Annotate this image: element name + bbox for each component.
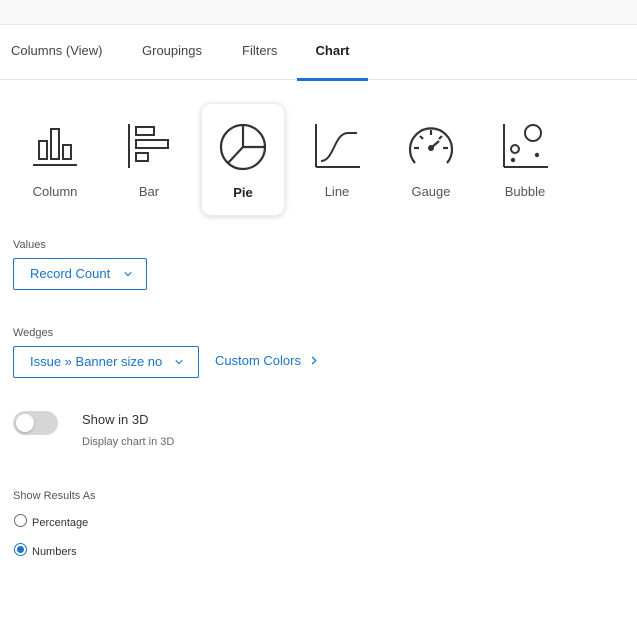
- tab-groupings[interactable]: Groupings: [142, 25, 202, 80]
- numbers-label[interactable]: Numbers: [32, 546, 77, 558]
- custom-colors-label: Custom Colors: [215, 353, 301, 368]
- tab-chart[interactable]: Chart: [297, 25, 368, 81]
- bar-chart-icon: [128, 124, 169, 168]
- show-3d-toggle[interactable]: [13, 411, 58, 435]
- chart-type-line-label: Line: [324, 184, 350, 199]
- line-chart-icon: [315, 124, 360, 168]
- show-3d-title: Show in 3D: [82, 412, 149, 427]
- gauge-chart-icon: [408, 127, 454, 164]
- top-bar: [0, 0, 637, 25]
- values-label: Values: [13, 239, 46, 251]
- wedges-label: Wedges: [13, 327, 54, 339]
- wedges-dropdown[interactable]: Issue » Banner size no: [13, 346, 199, 378]
- chevron-right-icon: [311, 356, 317, 365]
- show-3d-description: Display chart in 3D: [82, 436, 175, 448]
- chart-type-gauge-label: Gauge: [411, 184, 451, 199]
- chart-type-line[interactable]: Line: [295, 103, 379, 216]
- column-chart-icon: [33, 128, 77, 166]
- chart-type-bubble-label: Bubble: [504, 184, 546, 199]
- percentage-label[interactable]: Percentage: [32, 517, 88, 529]
- chart-type-bar-label: Bar: [138, 184, 160, 199]
- show-results-label: Show Results As: [13, 490, 96, 502]
- tab-filters[interactable]: Filters: [242, 25, 277, 80]
- chart-type-pie-label: Pie: [233, 185, 253, 200]
- chevron-down-icon: [124, 272, 132, 277]
- wedges-selected: Issue » Banner size no: [30, 354, 163, 369]
- chart-type-bar[interactable]: Bar: [107, 103, 191, 216]
- chart-type-pie[interactable]: Pie: [201, 103, 285, 216]
- chart-type-gauge[interactable]: Gauge: [389, 103, 473, 216]
- chart-type-column[interactable]: Column: [13, 103, 97, 216]
- radio-selected-dot: [17, 546, 24, 553]
- numbers-radio[interactable]: [14, 543, 27, 556]
- values-selected: Record Count: [30, 266, 111, 281]
- values-dropdown[interactable]: Record Count: [13, 258, 147, 290]
- chart-type-column-label: Column: [32, 184, 78, 199]
- percentage-radio[interactable]: [14, 514, 27, 527]
- tab-bar: Columns (View) Groupings Filters Chart: [0, 25, 637, 81]
- tab-columns-view[interactable]: Columns (View): [11, 25, 103, 80]
- active-tab-indicator: [297, 78, 368, 81]
- pie-chart-icon: [219, 123, 267, 171]
- custom-colors-link[interactable]: Custom Colors: [215, 353, 317, 368]
- tab-chart-label: Chart: [315, 43, 350, 58]
- chevron-down-icon: [175, 360, 183, 365]
- toggle-knob: [16, 414, 34, 432]
- bubble-chart-icon: [503, 124, 548, 168]
- chart-type-bubble[interactable]: Bubble: [483, 103, 567, 216]
